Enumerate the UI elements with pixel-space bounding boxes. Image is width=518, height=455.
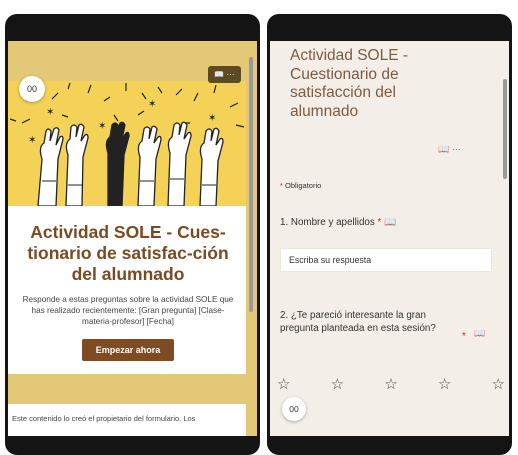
name-answer-input[interactable]: Escriba su respuesta — [280, 248, 492, 272]
title-actions[interactable]: 📖 ··· — [438, 144, 461, 155]
left-form-screen: ✶ ✶ ✶ ✶ ✶ Actividad SOLE - Cues-tionario de … — [8, 41, 257, 436]
immersive-reader-button[interactable]: 00 — [282, 397, 306, 421]
start-now-button[interactable]: Empezar ahora — [82, 339, 174, 361]
book-icon[interactable]: 📖 — [384, 217, 396, 228]
right-scrollbar[interactable] — [503, 49, 508, 429]
right-scroll-thumb[interactable] — [503, 79, 507, 179]
right-phone-frame: Actividad SOLE - Cuestionario de satisfa… — [267, 14, 512, 455]
required-asterisk: * — [280, 181, 283, 190]
star-1-icon[interactable]: ☆ — [277, 375, 290, 393]
star-4-icon[interactable]: ☆ — [438, 375, 451, 393]
star-2-icon[interactable]: ☆ — [331, 375, 344, 393]
hero-banner-image: ✶ ✶ ✶ ✶ ✶ — [8, 81, 246, 206]
form-title: Actividad SOLE - Cuestionario de satisfa… — [290, 47, 409, 120]
question-2-text: 2. ¿Te pareció interesante la gran pregu… — [280, 310, 436, 334]
more-options-icon[interactable]: ··· — [227, 66, 235, 83]
left-scroll-thumb[interactable] — [249, 57, 253, 312]
header-toolbar[interactable]: 📖 ··· — [208, 66, 241, 83]
star-3-icon[interactable]: ☆ — [384, 375, 397, 393]
right-form-screen: Actividad SOLE - Cuestionario de satisfa… — [270, 41, 509, 436]
question-1-required: * — [377, 217, 382, 228]
left-phone-frame: ✶ ✶ ✶ ✶ ✶ Actividad SOLE - Cues-tionario de … — [5, 14, 260, 455]
book-icon[interactable]: 📖 — [214, 66, 224, 83]
svg-text:✶: ✶ — [28, 135, 36, 146]
immersive-reader-button[interactable]: 00 — [19, 76, 45, 102]
book-and-more-icon[interactable]: 📖 ··· — [438, 144, 461, 154]
left-scrollbar[interactable] — [249, 49, 254, 429]
svg-text:✶: ✶ — [98, 121, 106, 132]
required-legend: * Obligatorio — [280, 181, 321, 190]
svg-text:✶: ✶ — [46, 107, 54, 118]
star-rating[interactable]: ☆ ☆ ☆ ☆ ☆ — [277, 375, 505, 393]
reader-icon: 00 — [289, 404, 299, 414]
question-2-required: * — [462, 331, 466, 342]
form-intro-card: Actividad SOLE - Cues-tionario de satisf… — [8, 206, 246, 374]
svg-text:✶: ✶ — [148, 99, 156, 110]
form-title: Actividad SOLE - Cues-tionario de satisf… — [27, 222, 229, 284]
form-description: Responde a estas preguntas sobre la acti… — [22, 295, 234, 326]
question-1-label: 1. Nombre y apellidos * 📖 — [280, 217, 396, 228]
book-icon[interactable]: 📖 — [474, 328, 485, 339]
bottom-color-band — [8, 374, 246, 404]
reader-icon: 00 — [26, 84, 37, 94]
owner-disclaimer: Este contenido lo creó el propietario de… — [8, 404, 246, 436]
required-label: Obligatorio — [285, 181, 322, 190]
question-1-text: 1. Nombre y apellidos — [280, 217, 375, 228]
svg-text:✶: ✶ — [208, 113, 216, 124]
